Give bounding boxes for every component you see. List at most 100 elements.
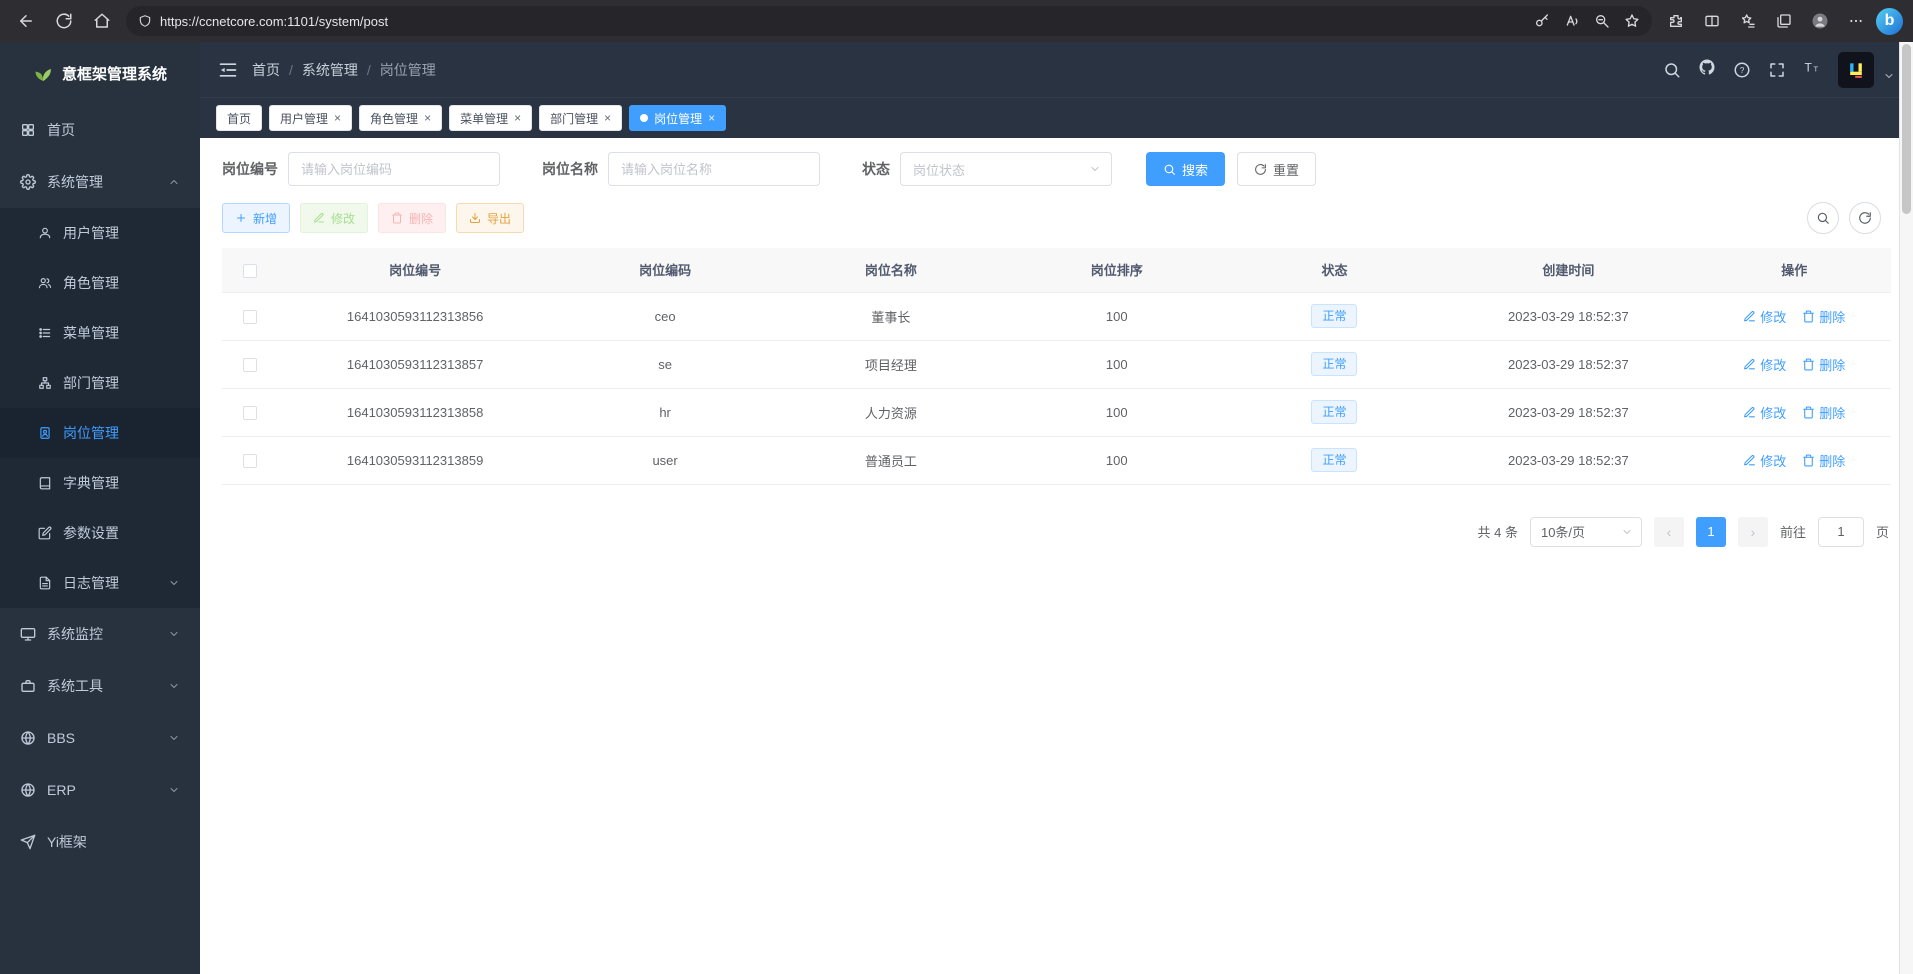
post-code-input[interactable] [288,152,500,186]
row-edit-button[interactable]: 修改 [1743,355,1786,374]
sidebar-item-user-mgmt[interactable]: 用户管理 [0,208,200,258]
sidebar-item-dept-mgmt[interactable]: 部门管理 [0,358,200,408]
font-size-button[interactable]: TT [1803,58,1821,81]
svg-text:T: T [1805,61,1813,75]
tab-菜单管理[interactable]: 菜单管理× [449,105,532,131]
tab-部门管理[interactable]: 部门管理× [539,105,622,131]
search-form: 岗位编号 岗位名称 状态 岗位状态 搜索 [222,152,1891,186]
help-button[interactable]: ? [1733,61,1751,79]
refresh-table-button[interactable] [1849,202,1881,234]
tab-角色管理[interactable]: 角色管理× [359,105,442,131]
profile-button[interactable] [1804,6,1836,36]
tab-close-icon[interactable]: × [424,112,431,124]
edit-button[interactable]: 修改 [300,203,368,233]
password-key-button[interactable] [1528,6,1556,36]
next-page-button[interactable]: › [1738,517,1768,547]
sidebar-item-post-mgmt[interactable]: 岗位管理 [0,408,200,458]
github-link[interactable] [1698,58,1716,81]
add-button-label: 新增 [253,210,277,227]
chevron-down-icon [168,784,180,796]
site-info-icon[interactable] [138,14,152,28]
url-text[interactable]: https://ccnetcore.com:1101/system/post [160,14,1520,29]
select-all-checkbox[interactable] [243,264,257,278]
sidebar-item-role-mgmt[interactable]: 角色管理 [0,258,200,308]
add-favorite-button[interactable] [1618,6,1646,36]
row-edit-button[interactable]: 修改 [1743,307,1786,326]
scrollbar-thumb[interactable] [1902,44,1911,214]
browser-address-bar[interactable]: https://ccnetcore.com:1101/system/post [126,6,1652,36]
browser-back-button[interactable] [10,6,42,36]
sidebar-item-log-mgmt[interactable]: 日志管理 [0,558,200,608]
breadcrumb-system[interactable]: 系统管理 [302,60,358,80]
sidebar-item-tools[interactable]: 系统工具 [0,660,200,712]
export-button[interactable]: 导出 [456,203,524,233]
zoom-button[interactable] [1588,6,1616,36]
goto-page-input[interactable] [1818,517,1864,547]
prev-page-button[interactable]: ‹ [1654,517,1684,547]
row-edit-button[interactable]: 修改 [1743,403,1786,422]
tab-close-icon[interactable]: × [514,112,521,124]
tab-close-icon[interactable]: × [334,112,341,124]
search-button[interactable]: 搜索 [1146,152,1225,186]
sidebar-item-menu-mgmt[interactable]: 菜单管理 [0,308,200,358]
row-delete-button[interactable]: 删除 [1802,355,1845,374]
add-button[interactable]: 新增 [222,203,290,233]
header-search-button[interactable] [1663,61,1681,79]
cell-post-id: 1641030593112313857 [278,340,552,388]
post-name-input[interactable] [608,152,820,186]
row-edit-label: 修改 [1760,403,1786,422]
row-delete-button[interactable]: 删除 [1802,451,1845,470]
sidebar-item-yi-framework[interactable]: Yi框架 [0,816,200,868]
status-select[interactable]: 岗位状态 [900,152,1112,186]
row-checkbox[interactable] [243,358,257,372]
row-delete-button[interactable]: 删除 [1802,403,1845,422]
sidebar-item-home[interactable]: 首页 [0,104,200,156]
dashboard-icon [20,122,36,138]
browser-menu-button[interactable] [1840,6,1872,36]
avatar-dropdown[interactable] [1883,70,1895,82]
page-1-button[interactable]: 1 [1696,517,1726,547]
sidebar-item-dict-mgmt[interactable]: 字典管理 [0,458,200,508]
bing-copilot-button[interactable]: b [1876,8,1903,35]
tab-首页[interactable]: 首页 [216,105,262,131]
search-icon [1663,61,1681,79]
fullscreen-button[interactable] [1768,61,1786,79]
row-checkbox[interactable] [243,406,257,420]
sidebar-item-bbs[interactable]: BBS [0,712,200,764]
tab-close-icon[interactable]: × [604,112,611,124]
row-delete-button[interactable]: 删除 [1802,307,1845,326]
browser-refresh-button[interactable] [48,6,80,36]
tab-岗位管理[interactable]: 岗位管理× [629,105,726,131]
sidebar-label: 用户管理 [63,223,119,243]
sidebar-label: 菜单管理 [63,323,119,343]
toggle-search-button[interactable] [1807,202,1839,234]
extensions-button[interactable] [1660,6,1692,36]
sidebar-item-param-settings[interactable]: 参数设置 [0,508,200,558]
page-scrollbar[interactable] [1899,42,1913,974]
document-icon [38,576,52,590]
row-checkbox[interactable] [243,310,257,324]
toolbox-icon [20,678,36,694]
delete-button[interactable]: 删除 [378,203,446,233]
browser-home-button[interactable] [86,6,118,36]
app-logo[interactable]: 意框架管理系统 [0,42,200,104]
sidebar-toggle[interactable] [218,60,238,80]
split-screen-button[interactable] [1696,6,1728,36]
reset-button[interactable]: 重置 [1237,152,1316,186]
user-avatar[interactable] [1838,52,1874,88]
tab-用户管理[interactable]: 用户管理× [269,105,352,131]
tree-icon [38,376,52,390]
collections-button[interactable] [1768,6,1800,36]
row-checkbox[interactable] [243,454,257,468]
page-size-select[interactable]: 10条/页 [1530,517,1642,547]
favorites-bar-button[interactable] [1732,6,1764,36]
reset-button-label: 重置 [1273,160,1299,179]
breadcrumb-home[interactable]: 首页 [252,60,280,80]
read-aloud-button[interactable] [1558,6,1586,36]
sidebar-item-monitor[interactable]: 系统监控 [0,608,200,660]
sidebar-item-erp[interactable]: ERP [0,764,200,816]
sidebar-item-system[interactable]: 系统管理 [0,156,200,208]
row-edit-button[interactable]: 修改 [1743,451,1786,470]
chevron-down-icon [168,628,180,640]
tab-close-icon[interactable]: × [708,112,715,124]
